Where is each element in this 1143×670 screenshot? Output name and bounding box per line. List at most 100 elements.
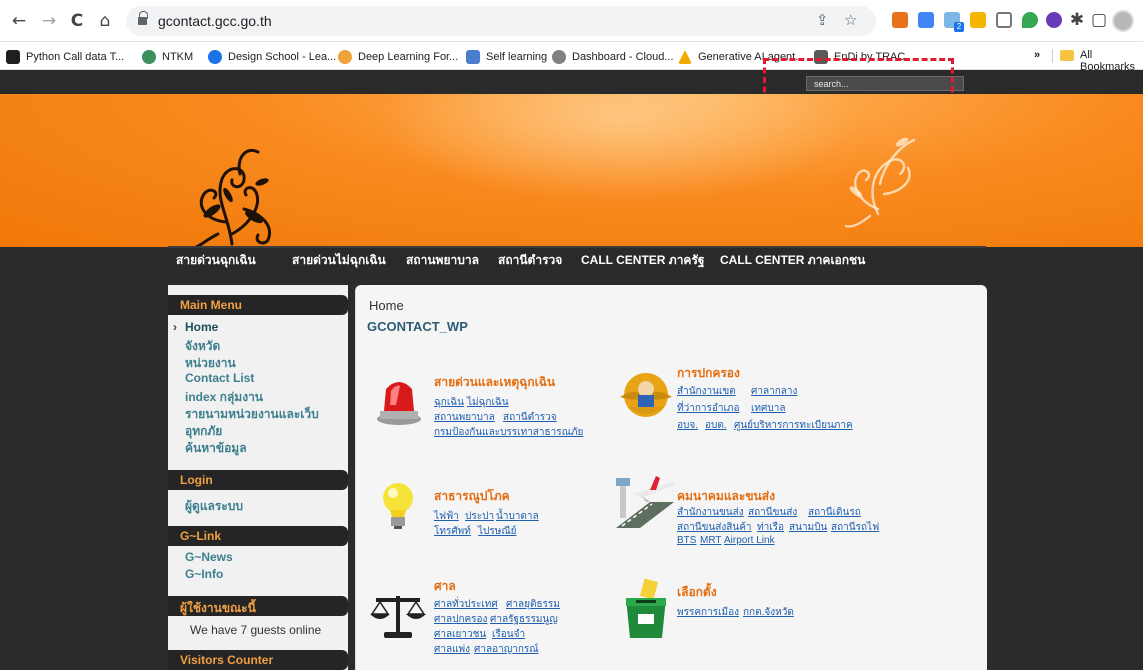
link-civil-court[interactable]: ศาลแพ่ง: [434, 642, 470, 657]
extension-orange-icon[interactable]: [892, 12, 908, 28]
link-police-stations[interactable]: สถานีตำรวจ: [503, 410, 557, 425]
light-bulb-icon: [383, 483, 413, 529]
link-railway-station[interactable]: สถานีรถไฟ: [831, 520, 879, 535]
folder-icon: [1060, 50, 1074, 61]
government-emblem-icon: [620, 373, 672, 417]
link-criminal-court[interactable]: ศาลอาญากรณ์: [474, 642, 539, 657]
link-water-supply[interactable]: ประปา: [465, 509, 494, 524]
python-data-icon: [6, 50, 20, 64]
page-title: GCONTACT_WP: [367, 319, 468, 334]
forward-icon[interactable]: →: [38, 10, 60, 32]
link-airport-link[interactable]: Airport Link: [724, 535, 775, 546]
link-port[interactable]: ท่าเรือ: [757, 520, 784, 535]
login-header: Login: [168, 470, 348, 490]
bookmark-star-icon[interactable]: ☆: [844, 11, 857, 29]
share-icon[interactable]: ⇪: [816, 11, 829, 29]
all-bookmarks-link[interactable]: All Bookmarks: [1080, 49, 1143, 73]
bookmark-label: Deep Learning For...: [358, 51, 459, 63]
screenshot-icon[interactable]: [996, 12, 1012, 28]
more-bookmarks-icon[interactable]: »: [1034, 49, 1040, 61]
sidebar-item-search-data[interactable]: ค้นหาข้อมูล: [185, 439, 247, 458]
courts-category-title[interactable]: ศาล: [434, 577, 456, 596]
link-constitutional-court[interactable]: ศาลรัฐธรรมนูญ: [490, 612, 558, 627]
link-sao[interactable]: อบต.: [705, 418, 727, 433]
bookmark-item[interactable]: NTKM: [142, 48, 193, 66]
link-disaster-prevention[interactable]: กรมป้องกันและบรรเทาสาธารณภัย: [434, 425, 583, 440]
back-icon[interactable]: ←: [8, 10, 30, 32]
link-juvenile-court[interactable]: ศาลเยาวชน: [434, 627, 486, 642]
link-bts[interactable]: BTS: [677, 535, 696, 546]
extension-yellow-icon[interactable]: [970, 12, 986, 28]
extension-purple-icon[interactable]: [1046, 12, 1062, 28]
link-court-of-justice[interactable]: ศาลยุติธรรม: [506, 597, 560, 612]
link-pao[interactable]: อบจ.: [677, 418, 698, 433]
site-banner: [0, 94, 1143, 247]
link-cargo-station[interactable]: สถานีขนส่งสินค้า: [677, 520, 752, 535]
link-non-emergency[interactable]: ไม่ฉุกเฉิน: [467, 395, 509, 410]
link-amphoe-office[interactable]: ที่ว่าการอำเภอ: [677, 401, 740, 416]
bookmark-item[interactable]: Deep Learning For...: [338, 48, 458, 66]
link-provincial-ect[interactable]: กกต.จังหวัด: [743, 605, 794, 620]
link-telephone[interactable]: โทรศัพท์: [434, 524, 471, 539]
link-all-courts[interactable]: ศาลทั่วประเทศ: [434, 597, 498, 612]
side-panel-icon[interactable]: ▢: [1088, 9, 1110, 31]
airport-transport-icon: [616, 476, 676, 528]
bookmark-item[interactable]: Dashboard - Cloud...: [552, 48, 674, 66]
election-category-title[interactable]: เลือกตั้ง: [677, 583, 717, 602]
home-icon[interactable]: ⌂: [94, 10, 116, 32]
design-school-icon: [208, 50, 222, 64]
link-political-parties[interactable]: พรรคการเมือง: [677, 605, 739, 620]
bookmark-label: Self learning: [486, 51, 548, 63]
sidebar-item-home[interactable]: Home: [185, 320, 218, 334]
map-pin-icon[interactable]: [1022, 12, 1038, 28]
link-bus-terminal[interactable]: สถานีขนส่ง: [748, 505, 797, 520]
transport-category-title[interactable]: คมนาคมและขนส่ง: [677, 487, 775, 506]
lock-icon[interactable]: [138, 11, 148, 27]
reload-icon[interactable]: C: [66, 10, 88, 32]
link-groundwater[interactable]: น้ำบาดาล: [496, 509, 539, 524]
emergency-category-title[interactable]: สายด่วนและเหตุฉุกเฉิน: [434, 373, 555, 392]
link-airport[interactable]: สนามบิน: [789, 520, 827, 535]
bookmark-item[interactable]: Python Call data T...: [6, 48, 124, 66]
link-post-office[interactable]: ไปรษณีย์: [478, 524, 516, 539]
extension-badge: 2: [954, 22, 964, 32]
link-bus-station[interactable]: สถานีเดินรถ: [808, 505, 861, 520]
link-city-hall[interactable]: ศาลากลาง: [751, 384, 797, 399]
puzzle-icon[interactable]: ✱: [1066, 9, 1088, 31]
sidebar-item-contact-list[interactable]: Contact List: [185, 371, 254, 385]
floral-ornament-icon: [194, 137, 916, 247]
scales-of-justice-icon: [370, 596, 426, 638]
sidebar-item-gnews[interactable]: G~News: [185, 550, 233, 564]
extension-translate-icon[interactable]: 2: [944, 12, 964, 32]
bookmark-item[interactable]: Design School - Lea...: [208, 48, 336, 66]
sidebar-item-ginfo[interactable]: G~Info: [185, 567, 223, 581]
ballot-box-icon: [626, 578, 666, 638]
generative-ai-icon: [678, 50, 692, 64]
utilities-category-title[interactable]: สาธารณูปโภค: [434, 487, 510, 506]
government-category-title[interactable]: การปกครอง: [677, 364, 740, 383]
link-administrative-court[interactable]: ศาลปกครอง: [434, 612, 487, 627]
bookmark-label: Python Call data T...: [26, 51, 125, 63]
cloud-dashboard-icon: [552, 50, 566, 64]
bookmark-label: Design School - Lea...: [228, 51, 337, 63]
link-electricity[interactable]: ไฟฟ้า: [434, 509, 459, 524]
bookmark-label: NTKM: [162, 51, 194, 63]
bookmarks-bar: Python Call data T... NTKM Design School…: [0, 42, 1143, 73]
guests-online-text: We have 7 guests online: [190, 623, 322, 637]
main-nav-bar: สายด่วนฉุกเฉิน สายด่วนไม่ฉุกเฉิน สถานพยา…: [168, 246, 986, 268]
breadcrumb[interactable]: Home: [369, 298, 404, 313]
link-mrt[interactable]: MRT: [700, 535, 721, 546]
url-text[interactable]: gcontact.gcc.go.th: [158, 13, 272, 29]
bookmark-item[interactable]: Self learning: [466, 48, 547, 66]
profile-avatar[interactable]: [1112, 10, 1134, 32]
sidebar-item-admin[interactable]: ผู้ดูแลระบบ: [185, 497, 243, 516]
extension-blue-icon[interactable]: [918, 12, 934, 28]
address-bar[interactable]: gcontact.gcc.go.th ⇪ ☆: [126, 6, 876, 36]
link-municipality[interactable]: เทศบาล: [751, 401, 785, 416]
link-emergency[interactable]: ฉุกเฉิน: [434, 395, 464, 410]
link-prison[interactable]: เรือนจำ: [492, 627, 525, 642]
link-district-office[interactable]: สำนักงานเขต: [677, 384, 736, 399]
link-registration-center[interactable]: ศูนย์บริหารการทะเบียนภาค: [734, 418, 853, 433]
link-hospitals[interactable]: สถานพยาบาล: [434, 410, 495, 425]
link-transport-office[interactable]: สำนักงานขนส่ง: [677, 505, 744, 520]
